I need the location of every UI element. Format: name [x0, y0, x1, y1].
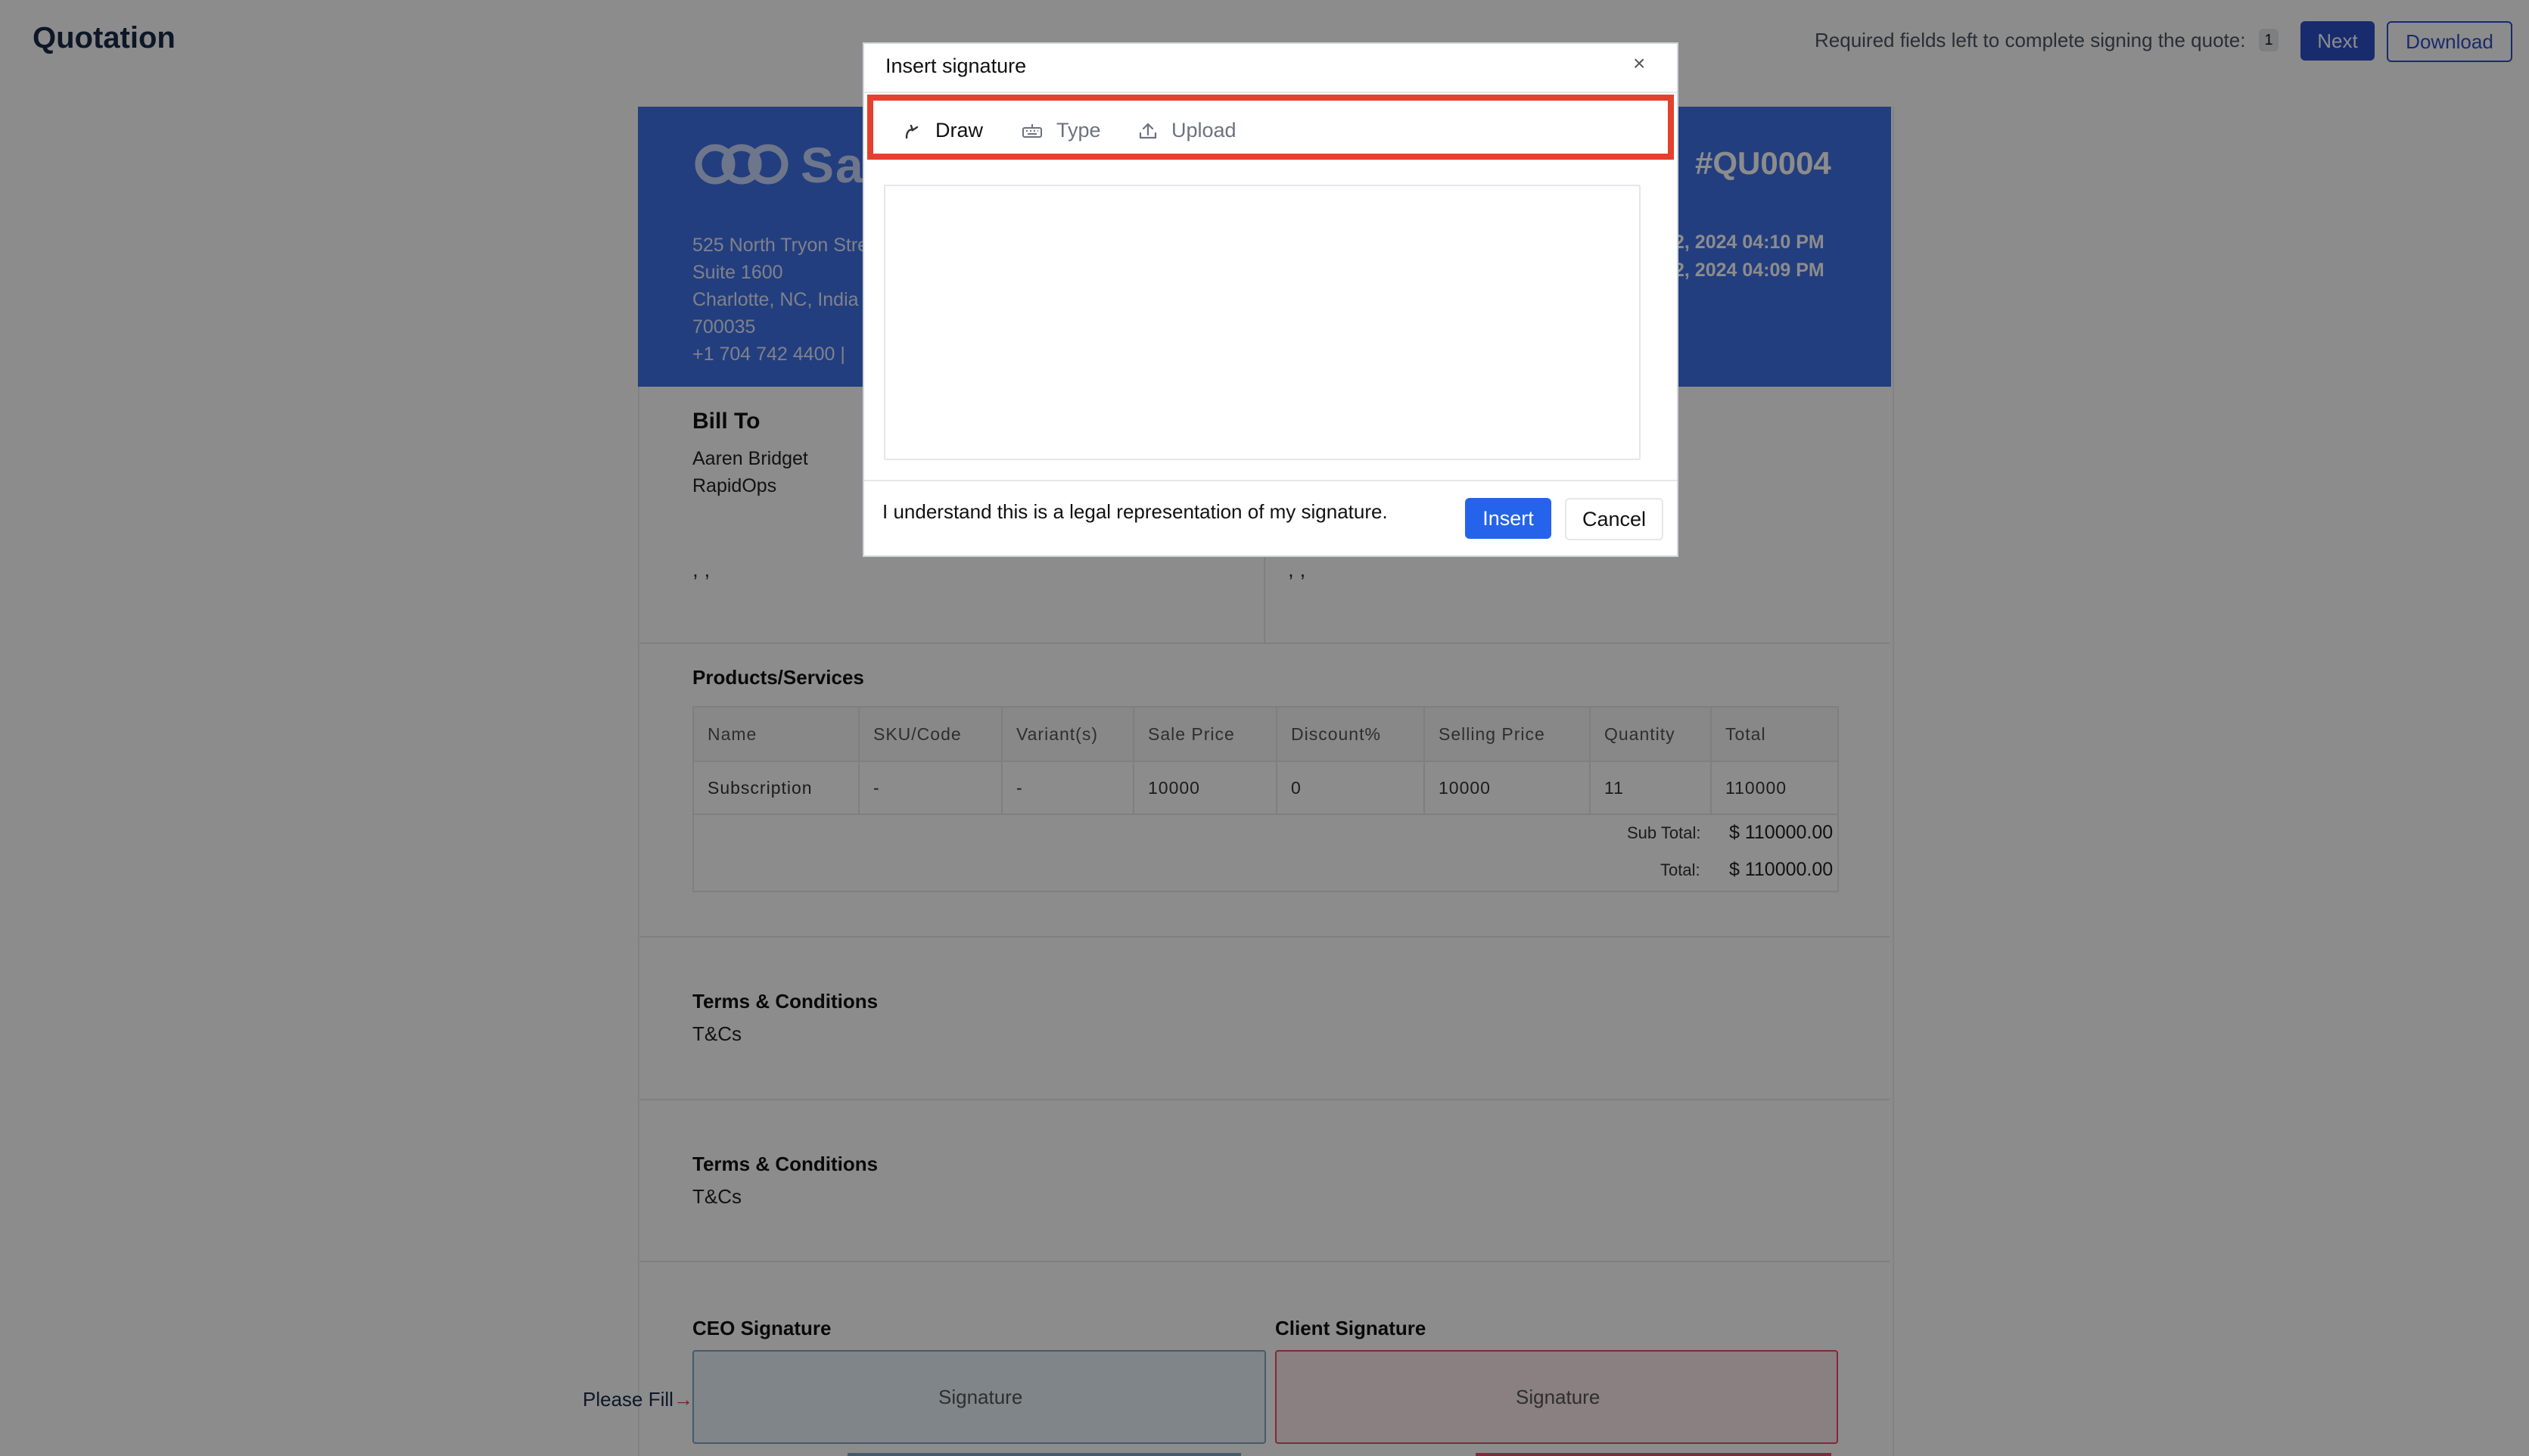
tab-label: Type: [1056, 119, 1101, 142]
legal-disclaimer: I understand this is a legal representat…: [882, 500, 1388, 523]
close-icon[interactable]: ×: [1633, 51, 1645, 76]
cancel-button[interactable]: Cancel: [1565, 498, 1663, 540]
insert-signature-dialog: Insert signature × Draw Type Upload I un…: [863, 42, 1678, 557]
tab-label: Upload: [1171, 119, 1237, 142]
signature-method-tabs: Draw Type Upload: [867, 95, 1674, 160]
keyboard-icon: [1022, 123, 1042, 138]
pen-draw-icon: [905, 124, 919, 138]
tab-type[interactable]: Type: [1022, 119, 1101, 142]
dialog-header: Insert signature ×: [864, 44, 1677, 93]
tab-upload[interactable]: Upload: [1138, 119, 1237, 142]
tab-draw[interactable]: Draw: [902, 119, 983, 142]
insert-button[interactable]: Insert: [1465, 498, 1551, 539]
signature-draw-canvas[interactable]: [884, 185, 1641, 460]
dialog-title: Insert signature: [885, 54, 1027, 77]
tab-label: Draw: [935, 119, 984, 142]
upload-icon: [1139, 123, 1157, 138]
dialog-footer-divider: [864, 480, 1677, 481]
